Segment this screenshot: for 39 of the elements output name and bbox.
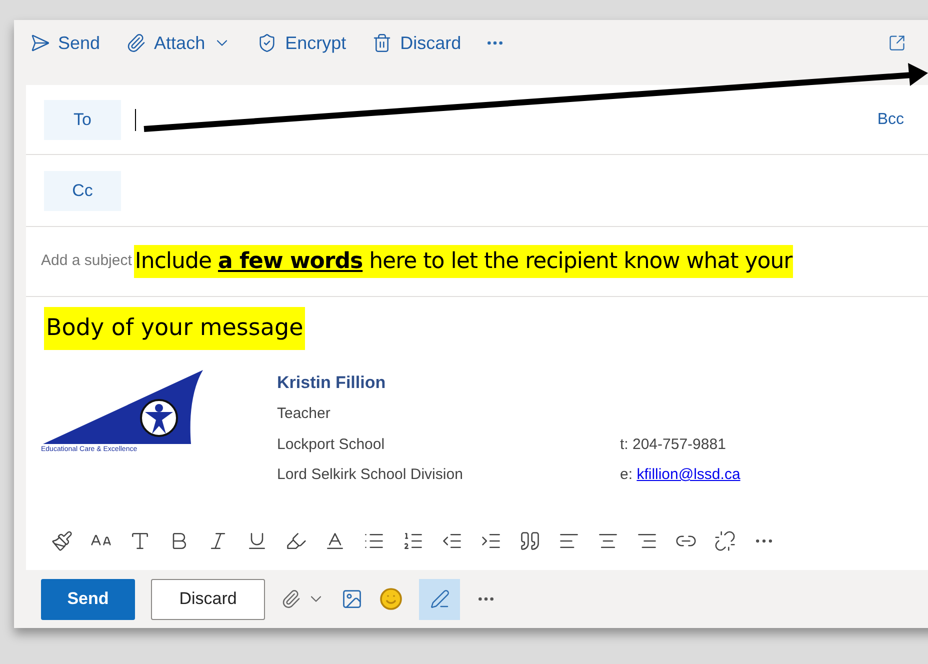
signature-line: Teacher xyxy=(277,404,332,424)
unlink-icon[interactable] xyxy=(714,530,736,552)
smiley-icon[interactable] xyxy=(379,587,403,611)
toolbar-button[interactable]: Attach xyxy=(120,25,238,61)
subject-placeholder: Add a subject xyxy=(41,251,132,272)
signature-email: e: kfillion@lssd.ca xyxy=(620,465,740,485)
font-color-icon[interactable] xyxy=(324,530,346,552)
subject-annotation: Include a few words here to let the recipient know what your xyxy=(134,245,794,278)
text-cursor xyxy=(135,108,136,130)
pop-out-icon[interactable] xyxy=(888,34,906,52)
paperclip-icon xyxy=(126,33,146,53)
signature-line: Lord Selkirk School Division xyxy=(277,465,464,485)
email-link[interactable]: kfillion@lssd.ca xyxy=(636,466,740,483)
discard-button[interactable]: Discard xyxy=(151,578,265,620)
send-icon xyxy=(30,33,50,53)
editor-button[interactable] xyxy=(419,578,460,620)
cc-button[interactable]: Cc xyxy=(44,170,121,210)
to-button[interactable]: To xyxy=(44,100,121,140)
signature-line: Lockport School xyxy=(277,434,386,454)
underline-icon[interactable] xyxy=(246,530,268,552)
numbered-list-icon[interactable] xyxy=(402,530,424,552)
font-grow-icon[interactable] xyxy=(129,530,151,552)
bcc-link[interactable]: Bcc xyxy=(877,108,904,132)
toolbar-button[interactable]: Discard xyxy=(366,25,468,61)
shield-icon xyxy=(257,33,278,53)
signature-phone: t: 204-757-9881 xyxy=(620,434,727,454)
pen-icon xyxy=(430,589,450,609)
format-painter-icon[interactable] xyxy=(51,530,73,552)
body-annotation: Body of your message xyxy=(44,307,306,350)
toolbar-button[interactable]: Encrypt xyxy=(251,25,352,61)
subject-field[interactable]: Add a subject Include a few words here to let the recipient know what your xyxy=(26,227,928,297)
quote-icon[interactable] xyxy=(519,530,541,552)
signature-name: Kristin Fillion xyxy=(277,372,387,394)
paperclip-icon[interactable] xyxy=(281,589,301,609)
trash-icon xyxy=(372,33,392,53)
image-icon[interactable] xyxy=(341,588,363,610)
highlighter-icon[interactable] xyxy=(285,530,307,552)
toolbar-button[interactable]: Send xyxy=(24,25,106,61)
send-button[interactable]: Send xyxy=(41,578,135,620)
